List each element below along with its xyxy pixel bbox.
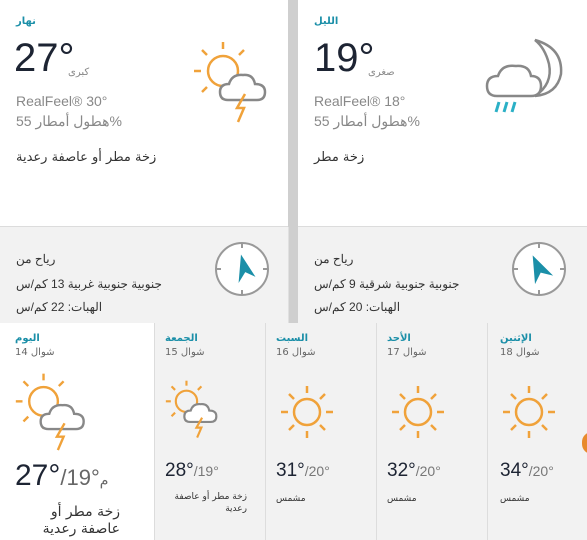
sun-icon (503, 386, 555, 438)
forecast-day-name: الأحد (387, 333, 411, 344)
forecast-date: شوال 16 (276, 347, 316, 358)
day-label: نهار (16, 16, 36, 27)
forecast-phrase: مشمس (276, 494, 306, 504)
wind-compass-icon (215, 242, 269, 296)
day-wind-gusts: الهبات: 22 كم/س (16, 300, 103, 314)
day-temperature: 27° (14, 36, 75, 80)
night-label: الليل (314, 16, 339, 27)
forecast-day-name: الإثنين (500, 333, 532, 344)
day-wind-panel: رياح من جنوبية جنوبية غربية 13 كم/س الهب… (0, 227, 289, 323)
forecast-date: شوال 14 (15, 347, 55, 358)
partly-sunny-thunderstorm-icon (15, 373, 85, 451)
forecast-card-friday[interactable]: الجمعة شوال 15 28°/19° زخة مطر أو عاصفة … (155, 323, 265, 540)
forecast-day-name: الجمعة (165, 333, 198, 344)
forecast-date: شوال 18 (500, 347, 540, 358)
forecast-card-monday[interactable]: الإثنين شوال 18 34°/20° مشمس (488, 323, 587, 540)
night-phrase: زخة مطر (314, 150, 365, 165)
forecast-temperature: 31°/20° (276, 460, 330, 481)
night-wind-title: رياح من (314, 252, 354, 266)
forecast-temperature: 34°/20° (500, 460, 554, 481)
forecast-card-today[interactable]: اليوم شوال 14 27°/19°م زخة مطر أو عاصفة … (0, 323, 154, 540)
night-precipitation: %هطول أمطار 55 (314, 113, 420, 129)
night-low-tag: صغرى (368, 67, 395, 78)
forecast-temperature: 27°/19°م (15, 459, 109, 492)
day-wind-direction: جنوبية جنوبية غربية 13 كم/س (16, 277, 162, 291)
wind-compass-icon (512, 242, 566, 296)
day-high-tag: كبرى (68, 67, 90, 78)
night-wind-gusts: الهبات: 20 كم/س (314, 300, 401, 314)
forecast-temperature: 32°/20° (387, 460, 441, 481)
forecast-date: شوال 15 (165, 347, 205, 358)
day-phrase: زخة مطر أو عاصفة رعدية (16, 150, 157, 165)
forecast-day-name: اليوم (15, 333, 40, 344)
night-realfeel: RealFeel® 18° (314, 93, 406, 109)
day-realfeel: RealFeel® 30° (16, 93, 108, 109)
night-temperature: 19° (314, 36, 375, 80)
partly-sunny-thunderstorm-icon (194, 42, 267, 123)
night-wind-direction: جنوبية جنوبية شرقية 9 كم/س (314, 277, 460, 291)
night-panel: الليل 19° صغرى RealFeel® 18° %هطول أمطار… (298, 0, 587, 226)
forecast-date: شوال 17 (387, 347, 427, 358)
forecast-phrase: مشمس (387, 494, 417, 504)
moon-cloud-rain-icon (485, 38, 563, 113)
day-panel: نهار 27° كبرى RealFeel® 30° %هطول أمطار … (0, 0, 289, 226)
forecast-phrase: زخة مطر أو عاصفة رعدية (174, 492, 247, 514)
sun-icon (392, 386, 444, 438)
day-precipitation: %هطول أمطار 55 (16, 113, 122, 129)
night-wind-panel: رياح من جنوبية جنوبية شرقية 9 كم/س الهبا… (298, 227, 587, 323)
day-wind-title: رياح من (16, 252, 56, 266)
panel-divider (288, 0, 298, 323)
partly-sunny-thunderstorm-icon (165, 380, 218, 438)
forecast-day-name: السبت (276, 333, 309, 344)
forecast-phrase: مشمس (500, 494, 530, 504)
forecast-phrase: زخة مطر أو عاصفة رعدية (42, 504, 120, 537)
forecast-card-sunday[interactable]: الأحد شوال 17 32°/20° مشمس (377, 323, 487, 540)
forecast-temperature: 28°/19° (165, 460, 219, 481)
forecast-card-saturday[interactable]: السبت شوال 16 31°/20° مشمس (266, 323, 376, 540)
sun-icon (281, 386, 333, 438)
